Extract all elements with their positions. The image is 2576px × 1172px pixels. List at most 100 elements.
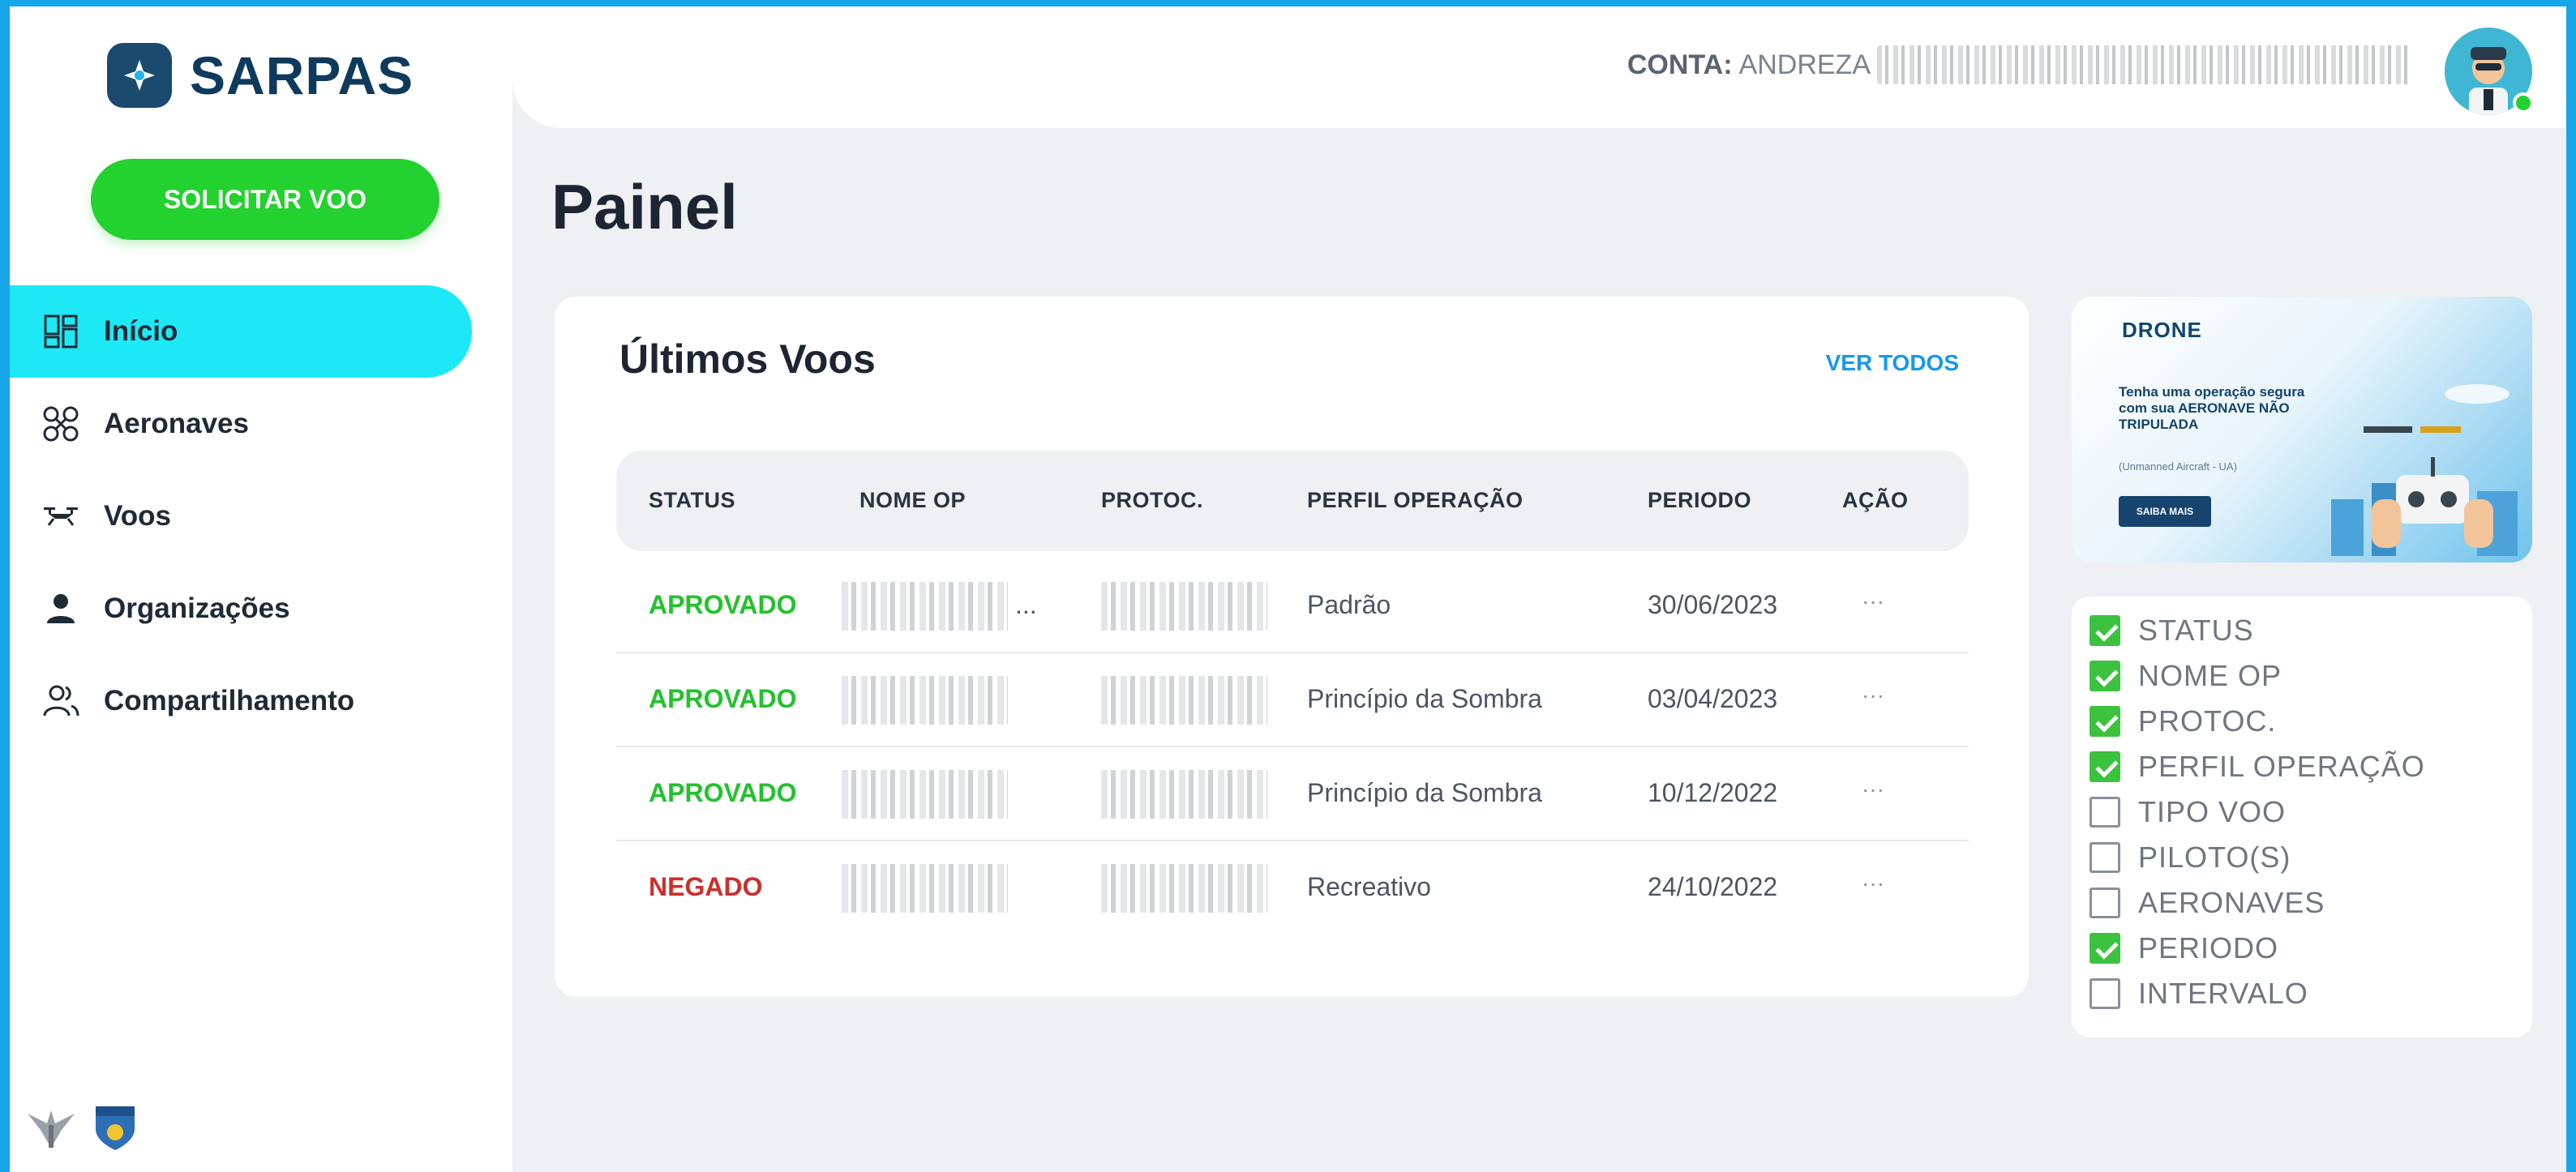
drone-info-banner[interactable]: DRONE Tenha uma operação segura com sua … (2072, 297, 2532, 562)
column-option-protocol[interactable]: PROTOC. (2090, 699, 2276, 744)
window-top-border (0, 0, 2576, 6)
status-cell: APROVADO (649, 684, 797, 713)
sidebar-item-label: Organizações (104, 592, 290, 624)
app-logo[interactable]: SARPAS (107, 43, 414, 108)
column-option-status[interactable]: STATUS (2090, 608, 2254, 653)
app-logo-text: SARPAS (190, 45, 414, 105)
column-option-interval[interactable]: INTERVALO (2090, 971, 2308, 1016)
checkbox-checked-icon[interactable] (2090, 751, 2120, 782)
column-header-action: AÇÃO (1842, 488, 1909, 512)
window-right-border (2566, 0, 2576, 1172)
sidebar-item-label: Compartilhamento (104, 685, 355, 716)
recent-flights-card: Últimos Voos VER TODOS STATUS NOME OP PR… (555, 297, 2029, 997)
table-row[interactable]: APROVADO ... Padrão 30/06/2023 ··· (616, 559, 1969, 653)
redacted-name-cell (842, 582, 1008, 631)
column-header-status[interactable]: STATUS (649, 488, 735, 513)
banner-brand: DRONE (2122, 318, 2202, 342)
redacted-name-cell (842, 676, 1008, 725)
period-cell: 24/10/2022 (1648, 872, 1778, 901)
status-cell: APROVADO (649, 778, 797, 807)
person-icon (41, 588, 81, 629)
row-action-menu[interactable]: ··· (1862, 776, 1884, 802)
checkbox-unchecked-icon[interactable] (2090, 978, 2120, 1009)
drone-illustration-icon (2331, 384, 2518, 556)
redacted-protocol-cell (1101, 676, 1267, 725)
column-option-pilots[interactable]: PILOTO(S) (2090, 835, 2291, 880)
redacted-protocol-cell (1101, 770, 1267, 819)
sidebar-item-label: Voos (104, 500, 171, 532)
row-action-menu[interactable]: ··· (1862, 870, 1884, 896)
table-row[interactable]: NEGADO Recreativo 24/10/2022 ··· (616, 841, 1969, 935)
column-option-flight-type[interactable]: TIPO VOO (2090, 789, 2286, 835)
table-header: STATUS NOME OP PROTOC. PERFIL OPERAÇÃO P… (616, 451, 1969, 551)
checkbox-checked-icon[interactable] (2090, 706, 2120, 737)
name-ellipsis: ... (1015, 590, 1037, 619)
drone-icon (41, 404, 81, 444)
column-option-label: PILOTO(S) (2138, 841, 2291, 874)
checkbox-unchecked-icon[interactable] (2090, 797, 2120, 828)
table-row[interactable]: APROVADO Princípio da Sombra 03/04/2023 … (616, 653, 1969, 747)
air-force-emblem-icon (28, 1110, 75, 1148)
account-label: CONTA: (1627, 49, 1733, 80)
sidebar-item-inicio[interactable]: Início (10, 285, 472, 378)
checkbox-unchecked-icon[interactable] (2090, 888, 2120, 918)
sidebar-item-aeronaves[interactable]: Aeronaves (10, 378, 472, 470)
profile-cell: Princípio da Sombra (1307, 778, 1542, 807)
column-option-profile[interactable]: PERFIL OPERAÇÃO (2090, 744, 2425, 789)
page-title: Painel (551, 171, 738, 242)
status-cell: NEGADO (649, 872, 763, 901)
column-visibility-panel: STATUS NOME OP PROTOC. PERFIL OPERAÇÃO T… (2072, 597, 2532, 1037)
see-all-link[interactable]: VER TODOS (1826, 350, 1959, 376)
saiba-mais-button[interactable]: SAIBA MAIS (2119, 496, 2211, 527)
column-header-profile[interactable]: PERFIL OPERAÇÃO (1307, 488, 1524, 513)
sidebar-item-compartilhamento[interactable]: Compartilhamento (10, 655, 472, 747)
period-cell: 30/06/2023 (1648, 590, 1778, 619)
profile-cell: Padrão (1307, 590, 1391, 619)
column-option-label: INTERVALO (2138, 977, 2308, 1010)
online-status-indicator (2513, 92, 2534, 113)
sidebar: SARPAS SOLICITAR VOO Início Aeronaves Vo… (10, 6, 512, 1172)
column-option-label: TIPO VOO (2138, 795, 2287, 828)
column-header-name[interactable]: NOME OP (859, 488, 966, 513)
redacted-account-surname (1877, 45, 2412, 84)
period-cell: 03/04/2023 (1648, 684, 1778, 713)
table-row[interactable]: APROVADO Princípio da Sombra 10/12/2022 … (616, 747, 1969, 841)
sidebar-nav: Início Aeronaves Voos Organizações Compa… (10, 285, 472, 747)
sidebar-item-label: Início (104, 315, 178, 347)
banner-note: (Unmanned Aircraft - UA) (2119, 460, 2237, 473)
checkbox-unchecked-icon[interactable] (2090, 842, 2120, 873)
account-name: ANDREZA (1738, 49, 1871, 80)
profile-cell: Princípio da Sombra (1307, 684, 1542, 713)
recent-flights-title: Últimos Voos (619, 336, 876, 382)
sidebar-item-organizacoes[interactable]: Organizações (10, 562, 472, 655)
column-option-aircraft[interactable]: AERONAVES (2090, 880, 2325, 926)
people-icon (41, 681, 81, 721)
flight-icon (41, 496, 81, 537)
footer-logos (26, 1105, 136, 1152)
checkbox-checked-icon[interactable] (2090, 615, 2120, 646)
column-option-period[interactable]: PERIODO (2090, 926, 2278, 971)
dashboard-icon (41, 311, 81, 352)
sidebar-item-voos[interactable]: Voos (10, 470, 472, 562)
status-cell: APROVADO (649, 590, 797, 619)
checkbox-checked-icon[interactable] (2090, 661, 2120, 691)
row-action-menu[interactable]: ··· (1862, 682, 1884, 708)
period-cell: 10/12/2022 (1648, 778, 1778, 807)
redacted-protocol-cell (1101, 864, 1267, 913)
solicitar-voo-button[interactable]: SOLICITAR VOO (91, 159, 439, 240)
column-option-label: NOME OP (2138, 659, 2282, 692)
column-option-label: PERFIL OPERAÇÃO (2138, 750, 2425, 783)
window-left-border (0, 0, 10, 1172)
account-info: CONTA: ANDREZA (1627, 45, 2412, 84)
redacted-name-cell (842, 864, 1008, 913)
column-option-name[interactable]: NOME OP (2090, 653, 2282, 699)
checkbox-checked-icon[interactable] (2090, 933, 2120, 964)
banner-headline: Tenha uma operação segura com sua AERONA… (2119, 384, 2305, 432)
column-header-period[interactable]: PERIODO (1648, 488, 1751, 513)
column-header-protocol[interactable]: PROTOC. (1101, 488, 1203, 513)
redacted-name-cell (842, 770, 1008, 819)
profile-cell: Recreativo (1307, 872, 1431, 901)
redacted-protocol-cell (1101, 582, 1267, 631)
sidebar-item-label: Aeronaves (104, 408, 249, 439)
row-action-menu[interactable]: ··· (1862, 588, 1884, 614)
